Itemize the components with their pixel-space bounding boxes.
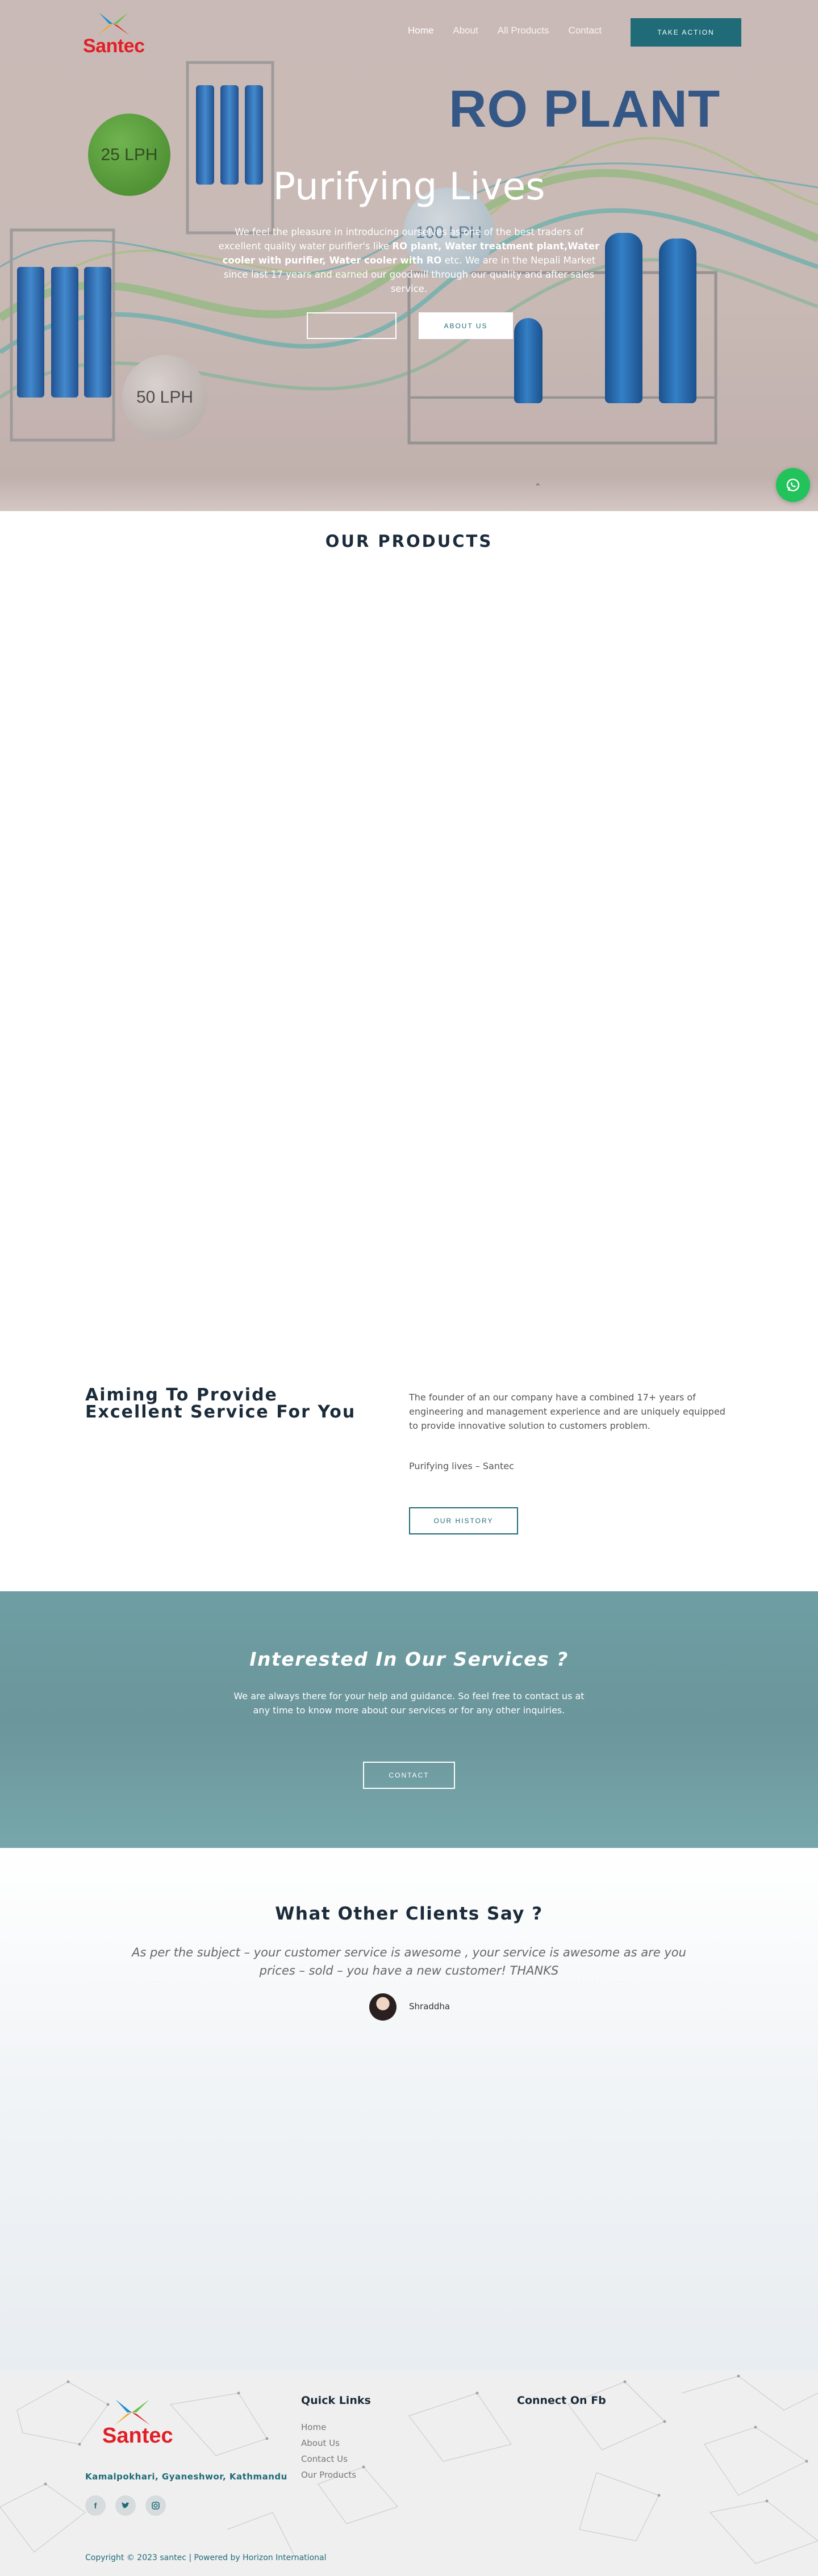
take-action-button[interactable]: TAKE ACTION: [631, 18, 741, 47]
instagram-icon[interactable]: [145, 2495, 166, 2516]
instagram-glyph: [152, 2502, 160, 2510]
nav-contact[interactable]: Contact: [569, 25, 602, 36]
about-tagline: Purifying lives – Santec: [409, 1461, 514, 1471]
santec-star-icon: [114, 2399, 151, 2426]
site-logo[interactable]: Santec: [83, 11, 151, 57]
quick-links-title: Quick Links: [301, 2394, 371, 2407]
footer-address: Kamalpokhari, Gyaneshwor, Kathmandu: [85, 2472, 287, 2482]
santec-star-icon: [98, 12, 130, 35]
cta-text: We are always there for your help and gu…: [233, 1691, 585, 1716]
connect-on-fb-title: Connect On Fb: [517, 2394, 606, 2407]
about-title: Aiming To Provide Excellent Service For …: [85, 1385, 356, 1422]
footer-link-about-us[interactable]: About Us: [301, 2435, 356, 2451]
twitter-bird-shape: [122, 2502, 130, 2508]
cta-title: Interested In Our Services ?: [249, 1648, 569, 1670]
footer-link-contact-us[interactable]: Contact Us: [301, 2451, 356, 2467]
testimonial-divider: [85, 1981, 733, 1983]
our-history-button[interactable]: OUR HISTORY: [409, 1507, 518, 1534]
about-us-button[interactable]: ABOUT US: [419, 312, 513, 339]
nav-all-products[interactable]: All Products: [498, 25, 549, 36]
avatar: [369, 1993, 397, 2021]
footer: Santec Kamalpokhari, Gyaneshwor, Kathman…: [0, 2370, 818, 2576]
testimonials-section: What Other Clients Say ? As per the subj…: [0, 1848, 818, 2370]
hero-outline-button[interactable]: [307, 312, 397, 339]
nav-about[interactable]: About: [453, 25, 478, 36]
hero-description: We feel the pleasure in introducing ours…: [216, 225, 602, 296]
main-nav: Home About All Products Contact: [408, 25, 621, 36]
footer-logo[interactable]: Santec: [97, 2398, 173, 2452]
hero-title: Purifying Lives: [273, 165, 545, 208]
quick-links-list: Home About Us Contact Us Our Products: [301, 2419, 356, 2483]
copyright-text: Copyright © 2023 santec | Powered by Hor…: [85, 2553, 327, 2562]
logo-text: Santec: [83, 35, 145, 57]
testimonial-author: Shraddha: [409, 2001, 450, 2012]
products-section-title: OUR PRODUCTS: [325, 532, 493, 551]
hero-section: RO PLANT 25 LPH 100 LPH 50 LPH Santec Ho…: [0, 0, 818, 511]
cta-section: Interested In Our Services ? We are alwa…: [0, 1591, 818, 1848]
footer-link-home[interactable]: Home: [301, 2419, 356, 2435]
testimonials-title: What Other Clients Say ?: [275, 1904, 543, 1924]
nav-home[interactable]: Home: [408, 25, 433, 36]
footer-logo-text: Santec: [102, 2424, 173, 2448]
about-text: The founder of an our company have a com…: [409, 1392, 725, 1431]
footer-link-our-products[interactable]: Our Products: [301, 2467, 356, 2483]
testimonial-quote: As per the subject – your customer servi…: [132, 1946, 686, 1977]
hero-bottom-fade: [0, 477, 818, 511]
contact-button[interactable]: CONTACT: [363, 1762, 455, 1789]
twitter-icon[interactable]: [115, 2495, 136, 2516]
facebook-icon[interactable]: f: [85, 2495, 106, 2516]
chevron-down-icon[interactable]: ⌃: [534, 482, 541, 492]
whatsapp-button[interactable]: [776, 468, 810, 502]
whatsapp-icon: [786, 478, 800, 492]
